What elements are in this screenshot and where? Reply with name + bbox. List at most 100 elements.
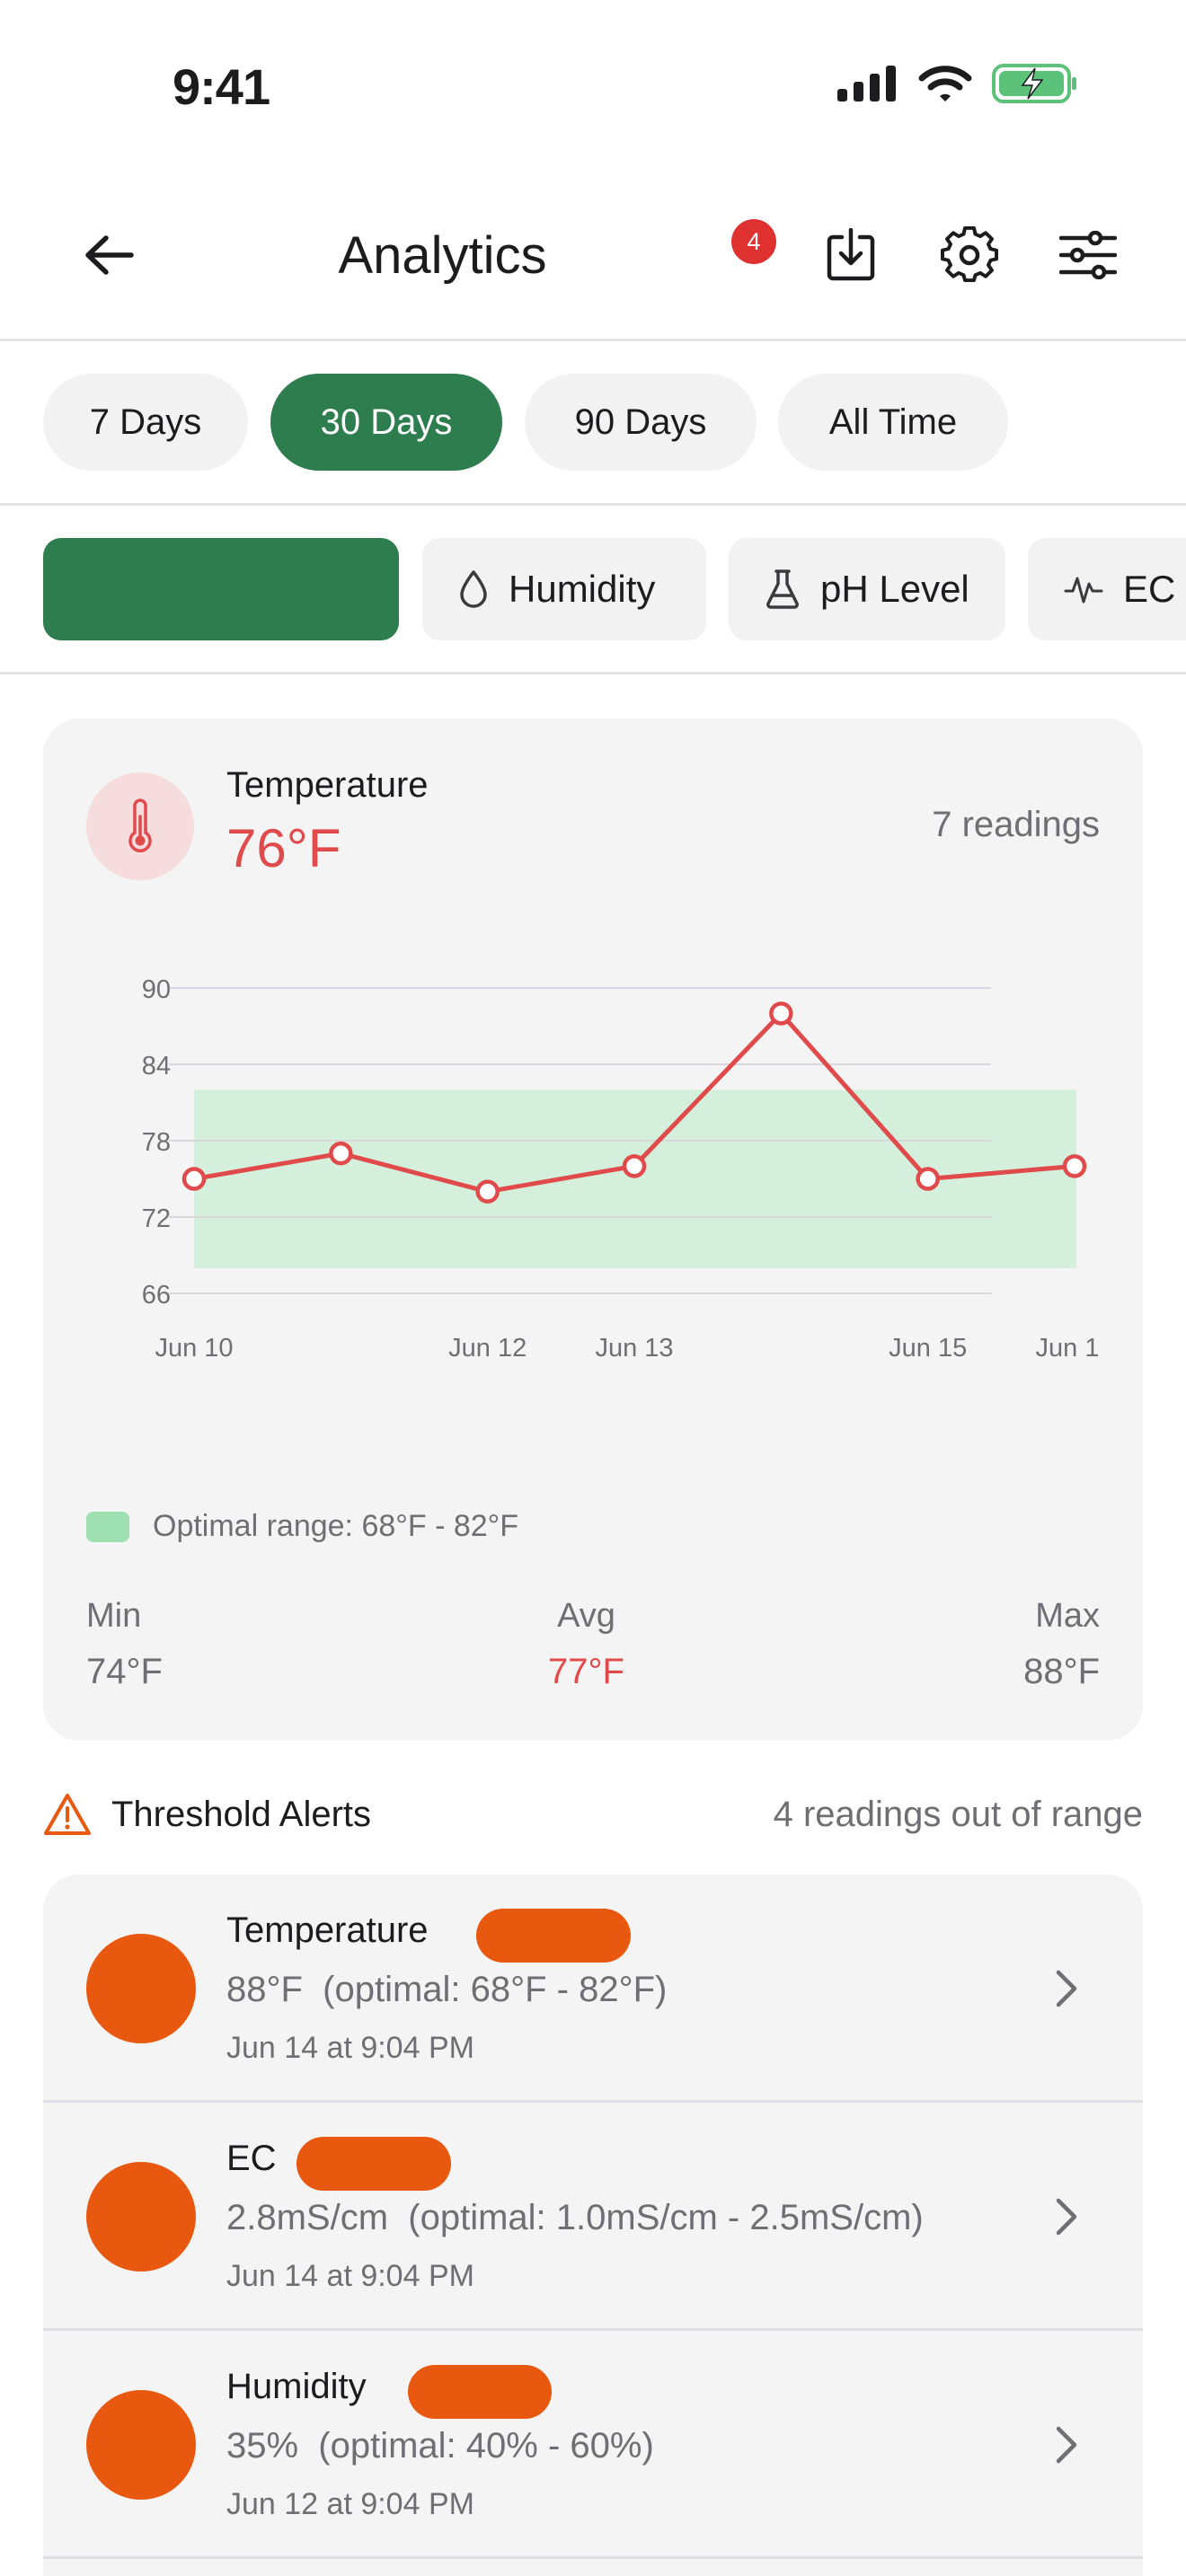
alerts-list: Temperature 88°F (optimal: 68°F - 82°F) … [43,1875,1143,2576]
alert-detail: 35% (optimal: 40% - 60%) [226,2426,654,2466]
legend-label: Optimal range: 68°F - 82°F [153,1509,519,1543]
metric-tab-ph-level[interactable]: pH Level [729,538,1005,640]
alert-name: EC [226,2139,277,2178]
alert-severity-dot [86,2162,196,2272]
settings-button[interactable] [925,210,1014,300]
battery-charging-icon [992,64,1076,103]
alert-optimal: (optimal: 40% - 60%) [318,2426,654,2466]
data-point [181,1167,207,1191]
filter-button[interactable] [1043,210,1133,300]
metric-tab-label: Humidity [509,568,656,610]
alert-value: 2.8mS/cm [226,2198,389,2237]
thermometer-icon [128,798,152,852]
chevron-right-icon [1044,2421,1089,2469]
droplet-icon [460,570,487,608]
optimal-range-swatch [86,1511,129,1542]
stat-max-value: 88°F [1023,1652,1100,1691]
tab-7-days[interactable]: 7 Days [43,374,248,471]
chevron-right-icon [1044,2192,1089,2241]
metric-tabs: Humidity pH Level EC [0,506,1186,675]
temperature-avatar [86,772,194,880]
badge-circle: 4 [731,219,776,264]
alert-status-pill [296,2137,451,2191]
y-tick-label: 72 [142,1204,171,1233]
chart-legend: Optimal range: 68°F - 82°F [86,1509,518,1544]
stat-max-label: Max [1035,1597,1100,1635]
x-tick-label: Jun 1 [1036,1334,1100,1363]
temperature-chart-card: Temperature 76°F 7 readings 90 84 78 72 66 Ju… [43,719,1143,1741]
alerts-count: 4 readings out of range [773,1794,1143,1834]
alert-time: Jun 14 at 9:04 PM [226,2259,474,2293]
alert-name: Temperature [226,1910,429,1950]
stat-min-value: 74°F [86,1652,163,1691]
app-header: Analytics [0,171,1186,341]
alert-time: Jun 14 at 9:04 PM [226,2031,474,2065]
y-tick-label: 78 [142,1128,171,1157]
alert-status-pill [408,2365,552,2419]
status-time: 9:41 [173,58,270,115]
alert-row-ec[interactable]: EC 2.8mS/cm (optimal: 1.0mS/cm - 2.5mS/c… [43,2103,1143,2331]
tab-30-days[interactable]: 30 Days [270,374,502,471]
download-button[interactable] [806,210,896,300]
sliders-icon [1059,231,1117,279]
alert-severity-dot [86,1934,196,2043]
data-point [1062,1154,1087,1178]
current-temperature: 76°F [226,818,341,878]
temperature-line-chart: 90 84 78 72 66 Jun 10 Jun 12 Jun 13 Jun 15 Jun 1 [142,975,1100,1363]
alerts-header: Threshold Alerts 4 readings out of range [43,1787,1143,1841]
metric-tab-temperature[interactable] [43,538,399,640]
warning-triangle-icon [44,1794,91,1835]
alert-value: 88°F [226,1970,303,2009]
tab-all-time[interactable]: All Time [778,374,1008,471]
metric-tab-ec[interactable]: EC [1028,538,1186,640]
alert-optimal: (optimal: 68°F - 82°F) [323,1970,668,2009]
data-point [916,1167,940,1191]
x-tick-label: Jun 12 [448,1334,527,1363]
alert-optimal: (optimal: 1.0mS/cm - 2.5mS/cm) [408,2198,924,2237]
pulse-icon [1064,577,1103,604]
alert-row-temperature[interactable]: Temperature 88°F (optimal: 68°F - 82°F) … [43,1875,1143,2103]
flask-icon [766,569,799,609]
y-tick-label: 66 [142,1281,171,1310]
metric-tab-label: EC [1123,568,1176,610]
download-icon [827,228,875,281]
alert-row-humidity[interactable]: Humidity 35% (optimal: 40% - 60%) Jun 12… [43,2331,1143,2559]
stat-avg-label: Avg [557,1597,615,1635]
stat-min: Min 74°F [86,1597,163,1692]
alert-severity-dot [86,2390,196,2500]
x-tick-label: Jun 15 [889,1334,967,1363]
alert-value: 35% [226,2426,299,2466]
data-point [622,1154,647,1178]
data-point [329,1141,353,1166]
range-tabs: 7 Days 30 Days 90 Days All Time [0,341,1186,506]
metric-tab-humidity[interactable]: Humidity [422,538,706,640]
x-tick-label: Jun 10 [155,1334,233,1363]
wifi-icon [918,66,972,101]
data-point [475,1179,500,1204]
notification-badge[interactable]: 4 [731,219,776,269]
alerts-title: Threshold Alerts [111,1794,372,1834]
cellular-signal-icon [837,66,896,101]
readings-count: 7 readings [932,805,1100,844]
status-bar: 9:41 [0,0,1186,171]
stat-min-label: Min [86,1597,142,1635]
badge-count: 4 [747,228,760,255]
alert-time: Jun 12 at 9:04 PM [226,2487,474,2521]
metric-tab-label: pH Level [820,568,969,610]
y-tick-label: 90 [142,975,171,1004]
data-point [769,1001,793,1026]
stat-max: Max 88°F [1023,1597,1100,1692]
x-tick-label: Jun 13 [595,1334,673,1363]
gear-icon [941,226,998,283]
status-icons [837,63,1078,104]
alert-name: Humidity [226,2367,367,2406]
chart-card-title: Temperature [226,765,429,805]
y-tick-label: 84 [142,1052,171,1081]
stat-avg: Avg 77°F [548,1597,624,1692]
tab-90-days[interactable]: 90 Days [525,374,757,471]
alert-detail: 2.8mS/cm (optimal: 1.0mS/cm - 2.5mS/cm) [226,2198,924,2238]
stat-avg-value: 77°F [548,1652,624,1691]
alert-status-pill [476,1909,631,1963]
chevron-right-icon [1044,1964,1089,2013]
alert-detail: 88°F (optimal: 68°F - 82°F) [226,1970,667,2010]
